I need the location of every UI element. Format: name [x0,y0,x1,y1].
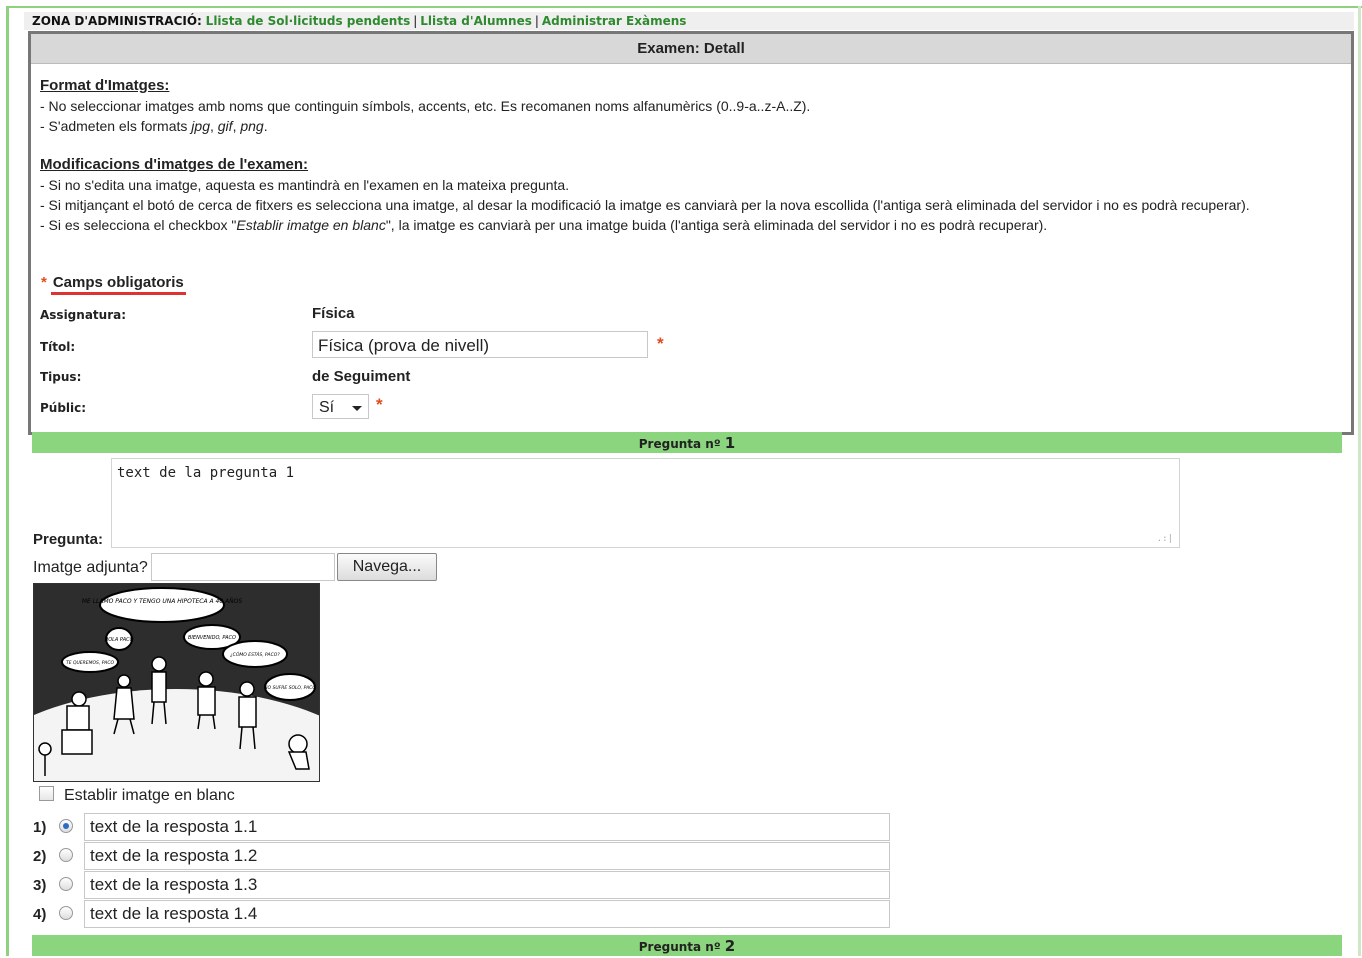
image-modification-line: - Si no s'edita una imatge, aquesta es m… [40,177,570,193]
page-frame-right [1358,6,1361,956]
answer-input-3[interactable]: text de la resposta 1.3 [84,871,890,899]
bubble-text: TE QUEREMOS, PACO [66,660,115,666]
image-modification-line: - Si mitjançant el botó de cerca de fitx… [40,197,1250,213]
title-input[interactable]: Física (prova de nivell) [312,331,648,358]
resize-grip-icon[interactable]: .:| [1157,534,1173,544]
image-modification-line: - Si es selecciona el checkbox "Establir… [40,217,1048,233]
admin-nav: ZONA D'ADMINISTRACIÓ: Llista de Sol·lici… [24,12,1354,30]
page-frame-left [6,6,9,956]
question-image: ME LLAMO PACO Y TENGO UNA HIPOTECA A 40 … [33,583,320,782]
required-fields-legend: * Camps obligatoris [41,274,186,295]
admin-nav-title: ZONA D'ADMINISTRACIÓ: [32,14,202,28]
title-required-star-icon: * [657,334,664,353]
question-number: 2 [724,937,736,955]
answer-number: 3) [33,877,47,894]
subject-label: Assignatura: [40,308,127,322]
public-label: Públic: [40,401,87,415]
image-modification-heading: Modificacions d'imatges de l'examen: [40,156,309,173]
nav-separator: | [413,14,418,28]
browse-button[interactable]: Navega... [337,553,437,581]
bubble-text: ¿CÓMO ESTÁS, PACO? [230,651,280,658]
answer-input-2[interactable]: text de la resposta 1.2 [84,842,890,870]
type-value: de Seguiment [312,368,411,385]
public-select-value: Sí [319,399,335,416]
image-format-line: - S'admeten els formats jpg, gif, png. [40,118,268,134]
question-header-bar: Pregunta nº 1 [32,432,1342,453]
question-header-label: Pregunta nº [638,940,721,954]
bubble-text: NO SUFRE SOLO, PACO [264,685,316,691]
file-path-input[interactable] [151,553,335,581]
nav-separator: | [534,14,539,28]
question-header-label: Pregunta nº [638,437,721,451]
exam-detail-panel: Examen: Detall Format d'Imatges: - No se… [28,31,1354,435]
bubble-text: BIENVENIDO, PACO [188,635,236,641]
nav-link-students[interactable]: Llista d'Alumnes [420,14,532,28]
answer-radio-3[interactable] [59,877,73,891]
image-format-heading: Format d'Imatges: [40,77,170,94]
bubble-text: ME LLAMO PACO Y TENGO UNA HIPOTECA A 40 … [82,598,243,605]
nav-link-exams[interactable]: Administrar Exàmens [542,14,687,28]
answer-input-1[interactable]: text de la resposta 1.1 [84,813,890,841]
blank-image-checkbox[interactable] [39,786,54,801]
image-format-line: - No seleccionar imatges amb noms que co… [40,98,811,114]
panel-title: Examen: Detall [31,34,1351,64]
question-header-bar: Pregunta nº 2 [32,935,1342,956]
bubble-text: HOLA PACO [104,637,133,643]
image-format-info: Format d'Imatges: - No seleccionar imatg… [40,76,810,136]
page-frame-top [6,6,1362,8]
question-text: text de la pregunta 1 [117,465,295,481]
subject-value: Física [312,305,355,322]
question-number: 1 [724,434,736,452]
question-textarea[interactable]: text de la pregunta 1 .:| [111,458,1180,548]
blank-image-label: Establir imatge en blanc [64,787,235,804]
chevron-down-icon [352,406,362,411]
answer-input-4[interactable]: text de la resposta 1.4 [84,900,890,928]
comic-illustration: ME LLAMO PACO Y TENGO UNA HIPOTECA A 40 … [34,584,319,781]
answer-radio-1[interactable] [59,819,73,833]
question-label: Pregunta: [33,531,104,548]
attached-image-label: Imatge adjunta? [33,559,148,576]
required-fields-label: Camps obligatoris [50,274,186,295]
required-star-icon: * [41,274,47,291]
type-label: Tipus: [40,370,82,384]
title-label: Títol: [40,340,76,354]
public-required-star-icon: * [376,395,383,414]
answer-number: 1) [33,819,47,836]
answer-radio-4[interactable] [59,906,73,920]
nav-link-pending-requests[interactable]: Llista de Sol·licituds pendents [206,14,411,28]
answer-number: 4) [33,906,47,923]
image-modification-info: Modificacions d'imatges de l'examen: - S… [40,155,1340,235]
answer-radio-2[interactable] [59,848,73,862]
answer-number: 2) [33,848,47,865]
public-select[interactable]: Sí [312,394,369,419]
